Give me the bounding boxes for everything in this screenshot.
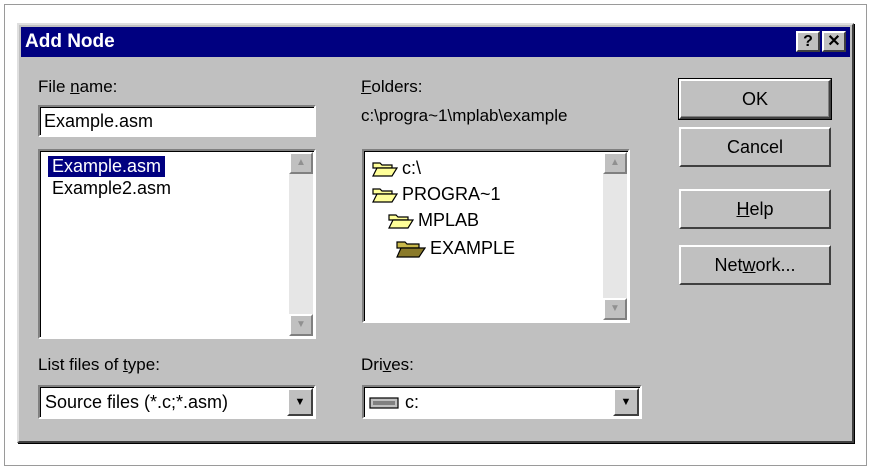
help-caption-button[interactable]: ? bbox=[796, 31, 820, 52]
drives-label-text-end: es: bbox=[391, 355, 414, 374]
folder-tree[interactable]: c:\ PROGRA~1 MPLAB EXAMPLE ▲ ▼ bbox=[362, 149, 630, 323]
chevron-down-icon[interactable]: ▼ bbox=[613, 388, 639, 416]
file-type-value: Source files (*.c;*.asm) bbox=[45, 392, 229, 412]
help-button[interactable]: Help bbox=[679, 189, 831, 229]
file-type-dropdown[interactable]: Source files (*.c;*.asm) ▼ bbox=[38, 385, 316, 419]
scroll-up-arrow-icon[interactable]: ▲ bbox=[289, 152, 313, 174]
network-button-label: Net bbox=[714, 255, 743, 275]
folder-label: c:\ bbox=[402, 158, 422, 178]
folder-item-progra[interactable]: PROGRA~1 bbox=[372, 181, 501, 207]
drives-label-text: Dri bbox=[361, 355, 383, 374]
dialog-title: Add Node bbox=[25, 31, 115, 52]
current-folder-path: c:\progra~1\mplab\example bbox=[361, 106, 568, 125]
drives-label-accelerator: v bbox=[382, 355, 392, 374]
list-item[interactable]: Example2.asm bbox=[48, 178, 175, 199]
hard-drive-icon bbox=[369, 397, 399, 409]
open-folder-selected-icon bbox=[396, 241, 426, 258]
title-bar[interactable]: Add Node ? ✕ bbox=[21, 27, 850, 57]
file-list-scrollbar[interactable]: ▲ ▼ bbox=[289, 152, 313, 336]
folders-label: Folders: bbox=[361, 77, 422, 97]
file-type-label: List files of type: bbox=[38, 355, 160, 375]
close-button[interactable]: ✕ bbox=[822, 31, 846, 52]
open-folder-icon bbox=[388, 214, 414, 229]
file-name-label-accelerator: n bbox=[70, 77, 80, 96]
ok-button[interactable]: OK bbox=[678, 78, 832, 120]
file-type-label-text: List files of bbox=[38, 355, 124, 374]
open-folder-icon bbox=[372, 162, 398, 177]
file-name-label-text-end: ame: bbox=[79, 77, 118, 96]
file-name-input[interactable]: Example.asm bbox=[38, 105, 316, 137]
file-list[interactable]: Example.asm Example2.asm ▲ ▼ bbox=[38, 149, 316, 339]
folder-item-example[interactable]: EXAMPLE bbox=[396, 235, 515, 261]
network-button-accelerator: w bbox=[742, 255, 756, 275]
folder-label: PROGRA~1 bbox=[402, 184, 501, 204]
drives-dropdown[interactable]: c: ▼ bbox=[362, 385, 642, 419]
add-node-dialog: Add Node ? ✕ File name: Example.asm Exam… bbox=[17, 23, 854, 443]
scroll-down-arrow-icon[interactable]: ▼ bbox=[603, 298, 627, 320]
scroll-up-arrow-icon[interactable]: ▲ bbox=[603, 152, 627, 174]
folders-label-text: olders: bbox=[371, 77, 423, 96]
file-name-value: Example.asm bbox=[44, 111, 154, 131]
file-name-label: File name: bbox=[38, 77, 117, 97]
network-button[interactable]: Network... bbox=[679, 245, 831, 285]
scroll-down-arrow-icon[interactable]: ▼ bbox=[289, 314, 313, 336]
folder-label: EXAMPLE bbox=[430, 238, 516, 258]
folder-item-mplab[interactable]: MPLAB bbox=[388, 207, 479, 233]
help-button-label: elp bbox=[749, 199, 774, 219]
chevron-down-icon[interactable]: ▼ bbox=[287, 388, 313, 416]
file-name-label-text: File bbox=[38, 77, 71, 96]
folder-item-root[interactable]: c:\ bbox=[372, 155, 421, 181]
help-button-accelerator: H bbox=[736, 199, 750, 219]
folder-label: MPLAB bbox=[418, 210, 480, 230]
list-item[interactable]: Example.asm bbox=[48, 156, 166, 177]
folder-tree-scrollbar[interactable]: ▲ ▼ bbox=[603, 152, 627, 320]
network-button-label-end: ork... bbox=[755, 255, 796, 275]
cancel-button[interactable]: Cancel bbox=[679, 127, 831, 167]
open-folder-icon bbox=[372, 188, 398, 203]
folders-label-accelerator: F bbox=[361, 77, 372, 96]
drives-value: c: bbox=[405, 392, 420, 412]
file-type-label-text-end: ype: bbox=[127, 355, 160, 374]
drives-label: Drives: bbox=[361, 355, 414, 375]
